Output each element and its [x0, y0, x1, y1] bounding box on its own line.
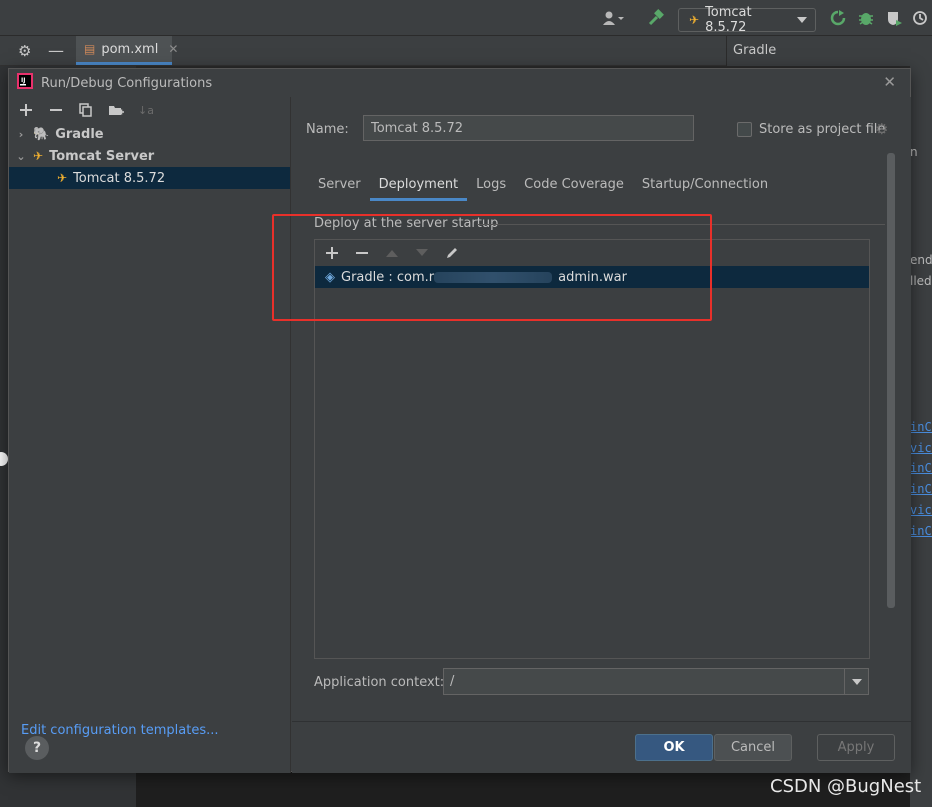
- redacted-text: [434, 271, 553, 283]
- gear-icon[interactable]: ⚙: [875, 120, 888, 138]
- scroll-thumb[interactable]: [887, 153, 895, 608]
- section-divider: [477, 224, 887, 225]
- debug-bug-icon[interactable]: [856, 8, 876, 28]
- cancel-button[interactable]: Cancel: [714, 734, 792, 761]
- deployment-panel: Deploy at the server startup ◈ Gradle : …: [307, 203, 889, 715]
- name-field[interactable]: [363, 115, 694, 141]
- add-icon[interactable]: [323, 244, 341, 262]
- tab-deployment[interactable]: Deployment: [369, 173, 468, 201]
- scrollbar[interactable]: [885, 153, 895, 613]
- apply-button[interactable]: Apply: [817, 734, 895, 761]
- sort-icon[interactable]: ↓a: [137, 101, 155, 119]
- svg-text:IJ: IJ: [21, 77, 25, 84]
- side-text-fragment: ende: [910, 253, 932, 267]
- edit-pencil-icon[interactable]: [443, 244, 461, 262]
- folder-icon[interactable]: [107, 101, 125, 119]
- remove-icon[interactable]: [47, 101, 65, 119]
- list-item[interactable]: ◈ Gradle : com.r admin.war: [315, 266, 869, 288]
- build-hammer-icon[interactable]: [646, 8, 666, 28]
- close-icon[interactable]: ✕: [168, 42, 178, 56]
- move-down-icon[interactable]: [413, 244, 431, 262]
- deploy-section-label: Deploy at the server startup: [314, 216, 499, 231]
- name-label: Name:: [306, 122, 349, 137]
- tab-startup-connection[interactable]: Startup/Connection: [633, 173, 777, 201]
- side-text-fragment: n: [910, 145, 918, 159]
- ok-button[interactable]: OK: [635, 734, 713, 761]
- tab-label: pom.xml: [101, 41, 159, 57]
- gradle-elephant-icon: 🐘: [33, 126, 50, 142]
- chevron-down-icon: [851, 678, 862, 685]
- edit-configuration-templates-link[interactable]: Edit configuration templates...: [21, 723, 219, 738]
- tree-item-label: Tomcat 8.5.72: [73, 170, 166, 186]
- move-up-icon[interactable]: [383, 244, 401, 262]
- rerun-icon[interactable]: [828, 8, 848, 28]
- add-icon[interactable]: [17, 101, 35, 119]
- side-text-fragment: lled: [910, 274, 932, 288]
- configuration-editor-pane: Name: Store as project file ⚙ Server Dep…: [292, 97, 911, 773]
- console-link[interactable]: inCa: [910, 461, 932, 475]
- artifact-prefix: Gradle : com.r: [341, 269, 435, 285]
- tree-toolbar: ↓a: [9, 97, 290, 123]
- configuration-tabs: Server Deployment Logs Code Coverage Sta…: [309, 173, 777, 201]
- application-context-label: Application context:: [314, 675, 445, 690]
- chevron-down-icon: [797, 17, 807, 23]
- gear-icon[interactable]: ⚙: [18, 42, 31, 60]
- application-context-combobox[interactable]: /: [443, 668, 869, 695]
- tomcat-icon: ✈: [33, 149, 44, 163]
- store-as-project-file-checkbox[interactable]: [737, 122, 752, 137]
- store-as-project-file-label: Store as project file: [759, 122, 886, 137]
- dropdown-button[interactable]: [844, 669, 868, 694]
- tab-code-coverage[interactable]: Code Coverage: [515, 173, 633, 201]
- tab-server[interactable]: Server: [309, 173, 370, 201]
- side-panel-strip: [910, 66, 932, 807]
- run-debug-configurations-dialog: IJ Run/Debug Configurations ✕ ↓a › 🐘 Gra…: [8, 68, 911, 773]
- close-icon[interactable]: ✕: [883, 73, 896, 91]
- console-link[interactable]: vice: [910, 441, 932, 455]
- maven-file-icon: ▤: [84, 42, 96, 56]
- copy-icon[interactable]: [77, 101, 95, 119]
- configurations-tree-pane: ↓a › 🐘 Gradle ⌄ ✈ Tomcat Server ✈ Tomcat…: [9, 97, 291, 773]
- deployment-toolbar: [315, 240, 869, 266]
- artifact-icon: ◈: [325, 269, 335, 285]
- remove-icon[interactable]: [353, 244, 371, 262]
- tree-item-label: Tomcat Server: [49, 148, 155, 164]
- console-link[interactable]: inCa: [910, 420, 932, 434]
- tab-logs[interactable]: Logs: [467, 173, 515, 201]
- chevron-down-icon[interactable]: ⌄: [15, 150, 27, 163]
- tree-item-label: Gradle: [55, 126, 104, 142]
- footer-divider: [292, 721, 911, 722]
- tomcat-icon: ✈: [57, 171, 68, 185]
- deployment-list-box: ◈ Gradle : com.r admin.war: [314, 239, 870, 659]
- configurations-tree: › 🐘 Gradle ⌄ ✈ Tomcat Server ✈ Tomcat 8.…: [9, 123, 290, 189]
- dialog-title: Run/Debug Configurations: [41, 75, 213, 91]
- tree-item-tomcat-server[interactable]: ⌄ ✈ Tomcat Server: [9, 145, 290, 167]
- run-config-label: Tomcat 8.5.72: [705, 5, 752, 35]
- console-link[interactable]: inCa: [910, 524, 932, 538]
- application-context-value[interactable]: /: [444, 674, 844, 689]
- tomcat-icon: ✈: [689, 13, 700, 27]
- watermark: CSDN @BugNest: [770, 776, 922, 797]
- tree-item-tomcat-config[interactable]: ✈ Tomcat 8.5.72: [9, 167, 290, 189]
- profile-icon[interactable]: [910, 8, 930, 28]
- coverage-icon[interactable]: [884, 8, 904, 28]
- console-link[interactable]: vice: [910, 503, 932, 517]
- user-icon[interactable]: [598, 8, 628, 28]
- intellij-logo-icon: IJ: [17, 73, 33, 93]
- chevron-right-icon[interactable]: ›: [15, 128, 27, 141]
- ide-toolbar: ✈ Tomcat 8.5.72: [0, 0, 932, 36]
- dialog-title-bar[interactable]: IJ Run/Debug Configurations: [9, 69, 910, 97]
- tab-pom-xml[interactable]: ▤ pom.xml ✕: [76, 36, 178, 65]
- artifact-suffix: admin.war: [558, 269, 627, 285]
- console-link[interactable]: inCa: [910, 482, 932, 496]
- tree-item-gradle[interactable]: › 🐘 Gradle: [9, 123, 290, 145]
- gradle-panel-title: Gradle: [726, 36, 932, 66]
- minimize-icon[interactable]: —: [48, 41, 64, 60]
- run-configuration-selector[interactable]: ✈ Tomcat 8.5.72: [678, 5, 816, 35]
- help-button[interactable]: ?: [25, 736, 49, 760]
